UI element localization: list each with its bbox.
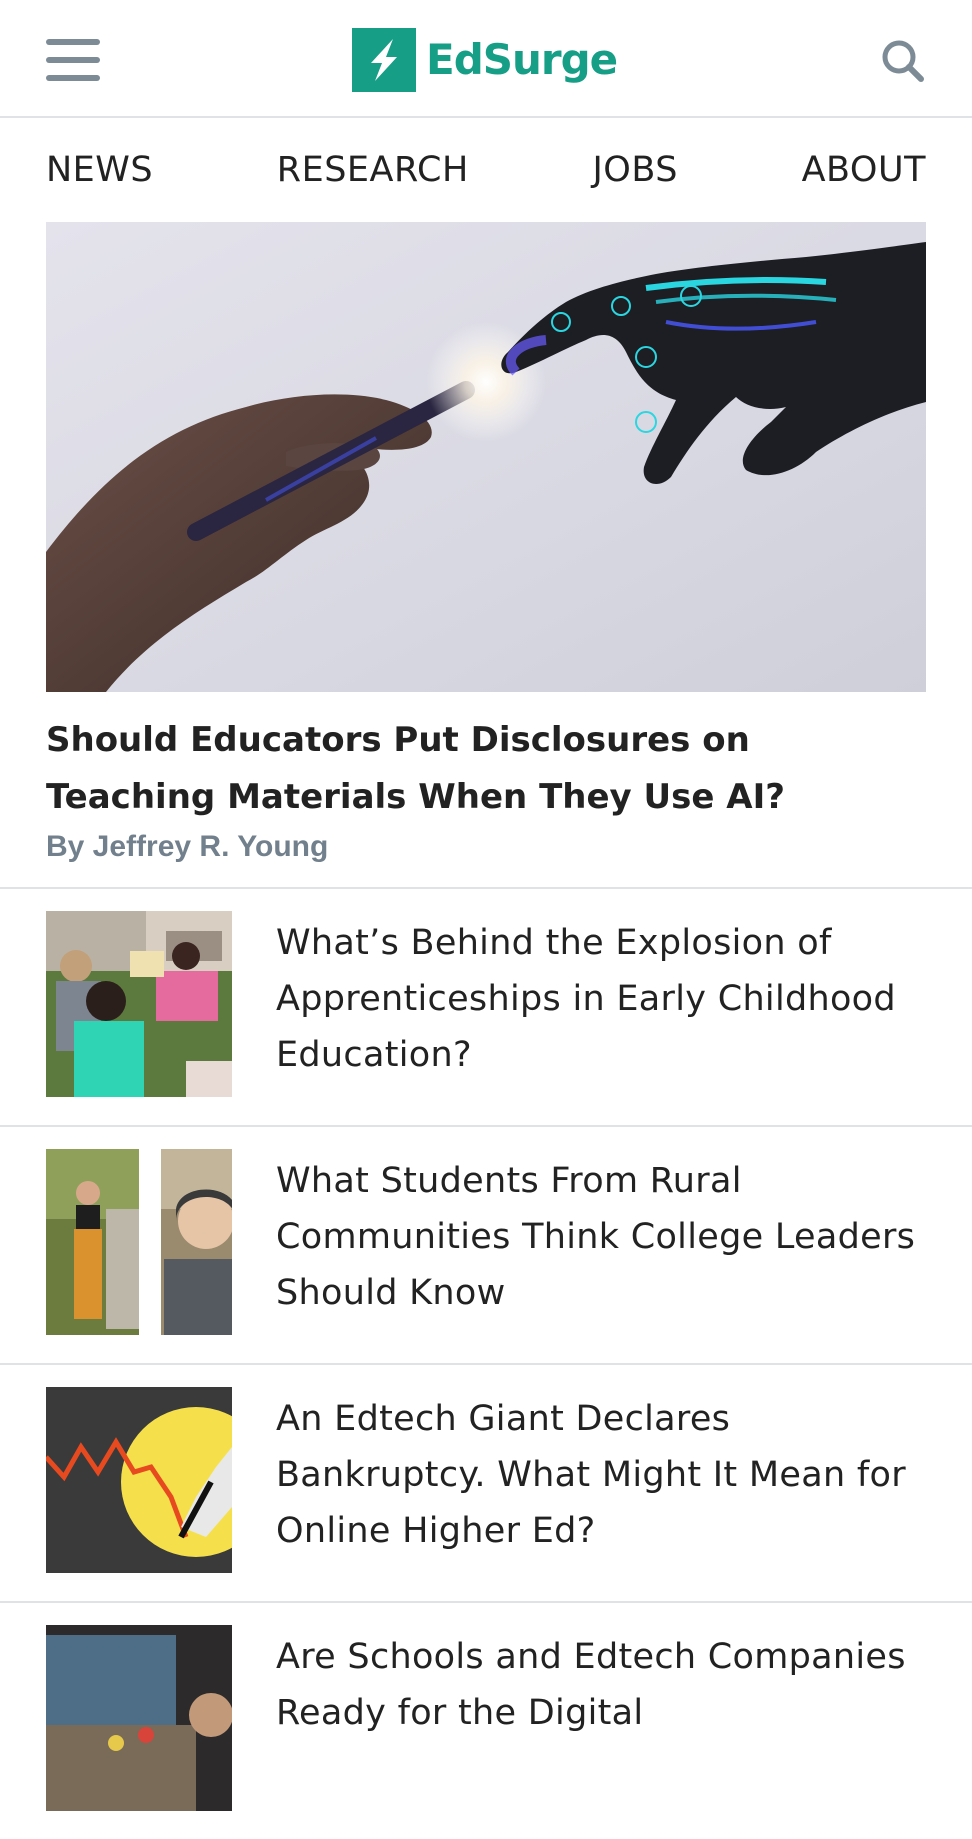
logo-text: EdSurge: [426, 35, 618, 84]
primary-nav: NEWS RESEARCH JOBS ABOUT: [46, 140, 926, 200]
story-thumbnail: [46, 1625, 232, 1811]
nav-jobs[interactable]: JOBS: [592, 150, 677, 190]
nav-news[interactable]: NEWS: [46, 150, 153, 190]
hero-image[interactable]: [46, 222, 926, 692]
story-title[interactable]: An Edtech Giant Declares Bankruptcy. Wha…: [276, 1391, 936, 1559]
story-item[interactable]: What Students From Rural Communities Thi…: [0, 1127, 972, 1363]
story-thumbnail: [46, 911, 232, 1097]
hero-byline[interactable]: By Jeffrey R. Young: [46, 830, 328, 864]
nav-research[interactable]: RESEARCH: [277, 150, 469, 190]
story-item[interactable]: Are Schools and Edtech Companies Ready f…: [0, 1603, 972, 1839]
story-thumbnail: [46, 1149, 232, 1335]
story-item[interactable]: What’s Behind the Explosion of Apprentic…: [0, 889, 972, 1125]
hero-headline[interactable]: Should Educators Put Disclosures on Teac…: [46, 712, 926, 826]
story-item[interactable]: An Edtech Giant Declares Bankruptcy. Wha…: [0, 1365, 972, 1601]
story-title[interactable]: What’s Behind the Explosion of Apprentic…: [276, 915, 936, 1083]
lightning-bolt-icon: [352, 28, 416, 92]
hamburger-menu-icon[interactable]: [46, 36, 102, 84]
search-icon[interactable]: [880, 38, 926, 84]
story-title[interactable]: Are Schools and Edtech Companies Ready f…: [276, 1629, 936, 1741]
hero-illustration: [46, 222, 926, 692]
story-thumbnail: [46, 1387, 232, 1573]
site-header: EdSurge: [0, 0, 972, 118]
edsurge-logo[interactable]: EdSurge: [352, 28, 618, 92]
nav-about[interactable]: ABOUT: [802, 150, 926, 190]
story-title[interactable]: What Students From Rural Communities Thi…: [276, 1153, 936, 1321]
